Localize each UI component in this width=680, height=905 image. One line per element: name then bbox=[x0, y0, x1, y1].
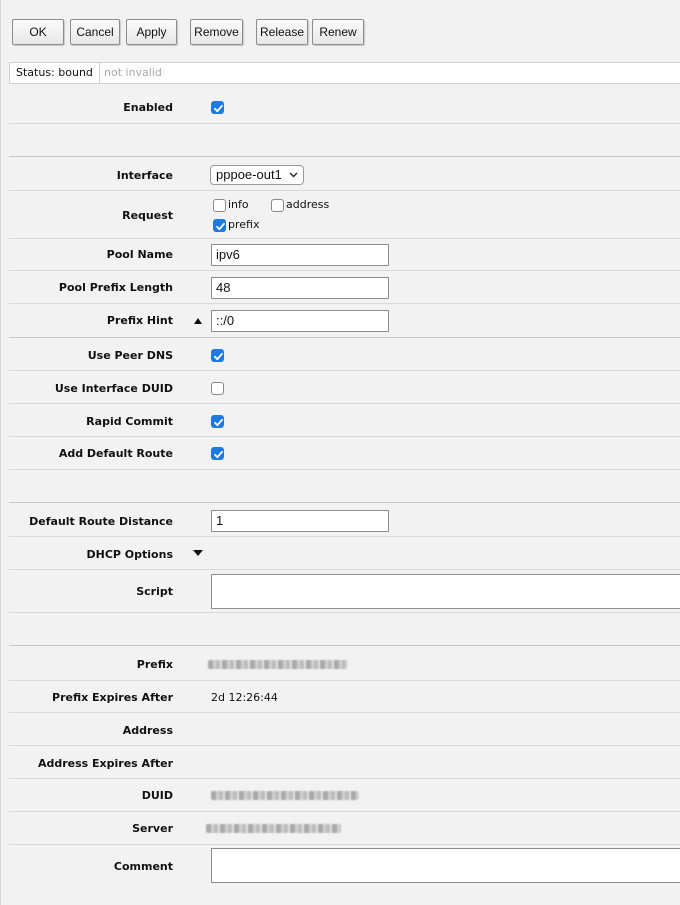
add-default-route-label: Add Default Route bbox=[58, 447, 173, 460]
row-divider bbox=[9, 270, 680, 271]
row-divider bbox=[9, 680, 680, 681]
cancel-button[interactable]: Cancel bbox=[70, 19, 120, 45]
row-divider bbox=[9, 123, 680, 124]
row-divider bbox=[9, 190, 680, 191]
remove-button[interactable]: Remove bbox=[190, 19, 243, 45]
release-button[interactable]: Release bbox=[256, 19, 308, 45]
chevron-down-icon bbox=[289, 172, 298, 178]
interface-select-value: pppoe-out1 bbox=[216, 167, 282, 182]
row-divider bbox=[9, 403, 680, 404]
row-divider bbox=[9, 569, 680, 570]
redacted-prefix-value bbox=[208, 660, 348, 669]
pool-name-input[interactable]: ipv6 bbox=[211, 244, 389, 266]
prefix-label: Prefix bbox=[136, 658, 173, 671]
use-interface-duid-checkbox[interactable] bbox=[211, 382, 224, 395]
script-textarea[interactable] bbox=[211, 574, 680, 609]
request-prefix-checkbox[interactable] bbox=[213, 219, 226, 232]
comment-textarea[interactable] bbox=[211, 848, 680, 883]
row-divider bbox=[9, 844, 680, 845]
use-peer-dns-label: Use Peer DNS bbox=[87, 349, 173, 362]
duid-label: DUID bbox=[141, 789, 173, 802]
interface-select[interactable]: pppoe-out1 bbox=[210, 165, 304, 185]
status-sub-label: not invalid bbox=[104, 66, 162, 79]
pool-name-label: Pool Name bbox=[106, 248, 173, 261]
section-divider bbox=[9, 645, 680, 646]
address-label: Address bbox=[122, 724, 173, 737]
triangle-up-icon[interactable] bbox=[194, 318, 202, 324]
prefix-expires-after-label: Prefix Expires After bbox=[52, 691, 173, 704]
script-label: Script bbox=[136, 585, 173, 598]
row-divider bbox=[9, 612, 680, 613]
row-divider bbox=[9, 303, 680, 304]
apply-button[interactable]: Apply bbox=[126, 19, 177, 45]
row-divider bbox=[9, 238, 680, 239]
triangle-down-icon[interactable] bbox=[193, 550, 203, 556]
comment-label: Comment bbox=[113, 860, 173, 873]
redacted-server-value bbox=[206, 824, 341, 833]
default-route-distance-input[interactable]: 1 bbox=[211, 510, 389, 532]
status-label: Status: bound bbox=[10, 63, 100, 83]
row-divider bbox=[9, 536, 680, 537]
request-address-label: address bbox=[286, 198, 330, 211]
rapid-commit-checkbox[interactable] bbox=[211, 415, 224, 428]
add-default-route-checkbox[interactable] bbox=[211, 447, 224, 460]
pool-prefix-length-input[interactable]: 48 bbox=[211, 277, 389, 299]
interface-label: Interface bbox=[116, 169, 173, 182]
section-divider bbox=[9, 156, 680, 157]
status-bar: Status: bound not invalid bbox=[9, 62, 680, 84]
enabled-checkbox[interactable] bbox=[211, 101, 224, 114]
pool-prefix-length-label: Pool Prefix Length bbox=[58, 281, 173, 294]
use-peer-dns-checkbox[interactable] bbox=[211, 349, 224, 362]
prefix-hint-input[interactable]: ::/0 bbox=[211, 310, 389, 332]
request-prefix-label: prefix bbox=[228, 218, 260, 231]
row-divider bbox=[9, 712, 680, 713]
dhcp-options-label: DHCP Options bbox=[86, 548, 174, 561]
request-address-checkbox[interactable] bbox=[271, 199, 284, 212]
toolbar: OK Cancel Apply Remove Release Renew bbox=[1, 0, 680, 62]
prefix-hint-label: Prefix Hint bbox=[106, 314, 173, 327]
server-label: Server bbox=[132, 822, 173, 835]
checkmark-icon bbox=[214, 450, 223, 459]
request-label: Request bbox=[122, 209, 173, 222]
redacted-duid-value bbox=[211, 791, 359, 800]
address-expires-after-label: Address Expires After bbox=[37, 757, 173, 770]
checkmark-icon bbox=[214, 104, 223, 113]
row-divider bbox=[9, 778, 680, 779]
request-info-label: info bbox=[228, 198, 249, 211]
renew-button[interactable]: Renew bbox=[312, 19, 364, 45]
row-divider bbox=[9, 436, 680, 437]
section-divider bbox=[9, 502, 680, 503]
prefix-expires-after-value: 2d 12:26:44 bbox=[211, 691, 278, 704]
request-info-checkbox[interactable] bbox=[213, 199, 226, 212]
row-divider bbox=[9, 370, 680, 371]
form-page: OK Cancel Apply Remove Release Renew Sta… bbox=[0, 0, 680, 905]
use-interface-duid-label: Use Interface DUID bbox=[54, 382, 173, 395]
row-divider bbox=[9, 811, 680, 812]
checkmark-icon bbox=[214, 352, 223, 361]
checkmark-icon bbox=[214, 418, 223, 427]
checkmark-icon bbox=[216, 222, 225, 231]
row-divider bbox=[9, 469, 680, 470]
section-divider bbox=[9, 337, 680, 338]
rapid-commit-label: Rapid Commit bbox=[86, 415, 173, 428]
row-divider bbox=[9, 745, 680, 746]
ok-button[interactable]: OK bbox=[12, 19, 64, 45]
enabled-label: Enabled bbox=[123, 101, 173, 114]
default-route-distance-label: Default Route Distance bbox=[29, 515, 173, 528]
